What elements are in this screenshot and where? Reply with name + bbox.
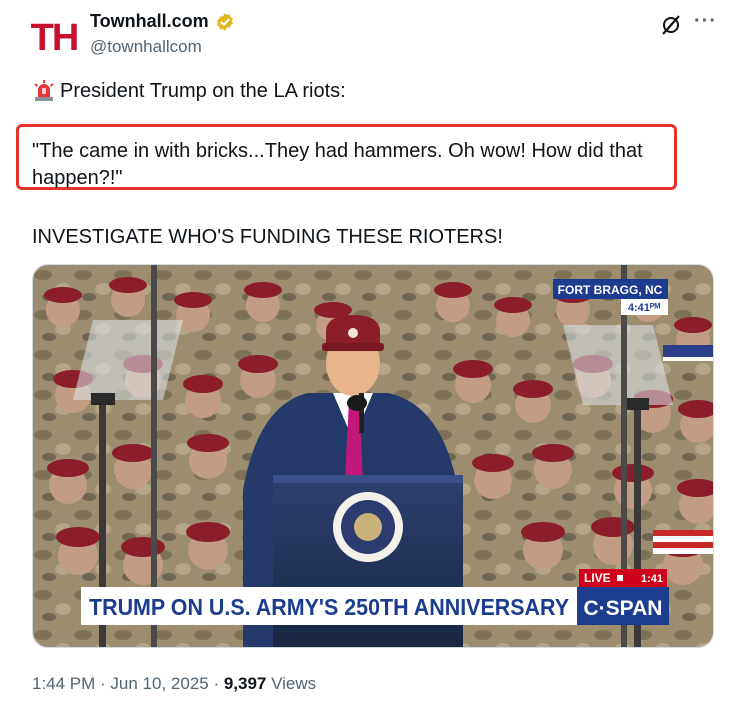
- chyron-text: TRUMP ON U.S. ARMY'S 250TH ANNIVERSARY: [89, 594, 569, 620]
- views-label: Views: [266, 674, 317, 693]
- tweet-text-line1: President Trump on the LA riots:: [32, 79, 346, 103]
- video-frame: FORT BRAGG, NC 4:41ᴾᴹ LIVE 1:41 TRUMP ON…: [33, 265, 713, 647]
- location-text: FORT BRAGG, NC: [558, 283, 663, 297]
- author-name-row: Townhall.com: [90, 11, 235, 32]
- live-label: LIVE: [584, 571, 611, 585]
- handle[interactable]: @townhallcom: [90, 37, 202, 57]
- video-player[interactable]: FORT BRAGG, NC 4:41ᴾᴹ LIVE 1:41 TRUMP ON…: [32, 264, 714, 648]
- quote-text: "The came in with bricks...They had hamm…: [32, 140, 643, 189]
- chyron: TRUMP ON U.S. ARMY'S 250TH ANNIVERSARY C…: [81, 587, 669, 625]
- avatar[interactable]: TH: [30, 14, 80, 62]
- live-badge: LIVE 1:41: [579, 569, 667, 587]
- tweet-meta: 1:44 PM · Jun 10, 2025 · 9,397 Views: [32, 674, 316, 694]
- views-count: 9,397: [223, 674, 267, 693]
- tweet-text-line3: INVESTIGATE WHO'S FUNDING THESE RIOTERS!: [32, 226, 503, 248]
- grok-icon[interactable]: [660, 14, 682, 36]
- line1-text: President Trump on the LA riots:: [60, 79, 346, 102]
- live-time: 1:41: [641, 573, 663, 585]
- siren-icon: [32, 79, 56, 103]
- clock-text: 4:41ᴾᴹ: [628, 302, 661, 314]
- network-logo: C·SPAN: [584, 597, 663, 620]
- more-icon[interactable]: ···: [694, 10, 717, 33]
- display-name[interactable]: Townhall.com: [90, 11, 209, 32]
- timestamp[interactable]: 1:44 PM · Jun 10, 2025 ·: [32, 674, 224, 693]
- verified-badge-icon[interactable]: [215, 12, 235, 32]
